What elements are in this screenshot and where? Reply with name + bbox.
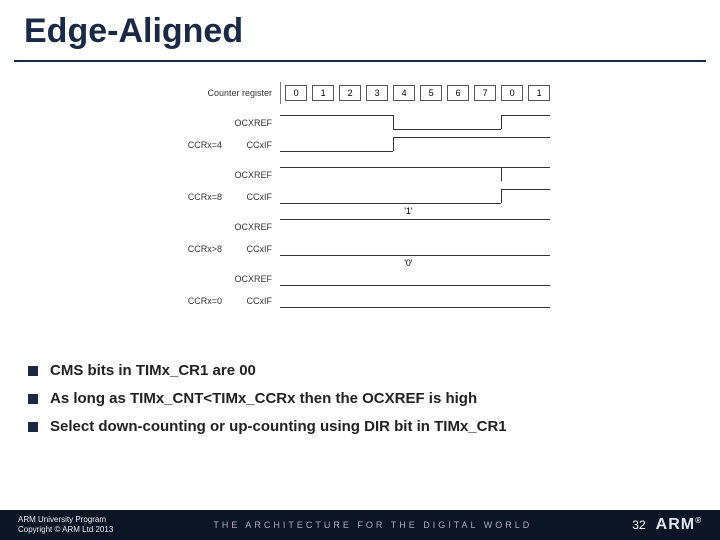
bullet-square-icon [28, 394, 38, 404]
bullet-text: As long as TIMx_CNT<TIMx_CCRx then the O… [50, 388, 477, 410]
registered-icon: ® [695, 516, 702, 525]
group-row: CCRx=4 CCxIF [170, 134, 550, 156]
bullet-item: CMS bits in TIMx_CR1 are 00 [28, 360, 692, 382]
group-row: CCRx>8 CCxIF [170, 238, 550, 260]
wave-ocxref-2: '1' [280, 216, 550, 238]
counter-axis: 0 1 2 3 4 5 6 7 0 1 [280, 82, 550, 104]
cnt-cell: 6 [447, 85, 469, 101]
cnt-cell: 7 [474, 85, 496, 101]
pm-label: '1' [404, 206, 412, 216]
wave-ccxif-0 [280, 134, 550, 156]
cnt-cell: 3 [366, 85, 388, 101]
ccxif-label: CCxIF [230, 192, 280, 202]
cnt-cell: 5 [420, 85, 442, 101]
group-row: OCXREF [170, 164, 550, 186]
timing-diagram: Counter register 0 1 2 3 4 5 6 7 0 1 OCX… [170, 82, 550, 312]
ccxif-label: CCxIF [230, 244, 280, 254]
cnt-cell: 1 [312, 85, 334, 101]
group-row: CCRx=0 CCxIF [170, 290, 550, 312]
arm-logo: ARM® [656, 516, 720, 534]
ocxref-label: OCXREF [170, 222, 280, 232]
bullet-item: Select down-counting or up-counting usin… [28, 416, 692, 438]
ccr-label: CCRx=8 [170, 192, 230, 202]
title-rule [14, 60, 706, 62]
wave-ccxif-2 [280, 238, 550, 260]
ocxref-label: OCXREF [170, 118, 280, 128]
bullet-text: Select down-counting or up-counting usin… [50, 416, 507, 438]
footer-credits: ARM University Program Copyright © ARM L… [0, 515, 113, 535]
cnt-cell: 4 [393, 85, 415, 101]
bullet-text: CMS bits in TIMx_CR1 are 00 [50, 360, 256, 382]
ccxif-label: CCxIF [230, 296, 280, 306]
cnt-cell: 2 [339, 85, 361, 101]
ocxref-label: OCXREF [170, 170, 280, 180]
wave-ccxif-3 [280, 290, 550, 312]
footer-line2: Copyright © ARM Ltd 2013 [18, 525, 113, 535]
bullet-square-icon [28, 422, 38, 432]
page-title: Edge-Aligned [24, 12, 243, 51]
pm-label: '0' [404, 258, 412, 268]
group-row: OCXREF '1' [170, 216, 550, 238]
wave-ocxref-0 [280, 112, 550, 134]
footer: ARM University Program Copyright © ARM L… [0, 510, 720, 540]
cnt-cell: 1 [528, 85, 550, 101]
ccr-label: CCRx=4 [170, 140, 230, 150]
bullet-square-icon [28, 366, 38, 376]
wave-ocxref-1 [280, 164, 550, 186]
footer-line1: ARM University Program [18, 515, 113, 525]
cnt-cell: 0 [501, 85, 523, 101]
slide: Edge-Aligned Counter register 0 1 2 3 4 … [0, 0, 720, 540]
ccr-label: CCRx>8 [170, 244, 230, 254]
ccxif-label: CCxIF [230, 140, 280, 150]
group-row: OCXREF [170, 112, 550, 134]
ccr-label: CCRx=0 [170, 296, 230, 306]
footer-tagline: THE ARCHITECTURE FOR THE DIGITAL WORLD [113, 520, 632, 530]
counter-label: Counter register [170, 88, 280, 98]
counter-row: Counter register 0 1 2 3 4 5 6 7 0 1 [170, 82, 550, 104]
group-row: CCRx=8 CCxIF [170, 186, 550, 208]
wave-ocxref-3: '0' [280, 268, 550, 290]
wave-ccxif-1 [280, 186, 550, 208]
ocxref-label: OCXREF [170, 274, 280, 284]
cnt-cell: 0 [285, 85, 307, 101]
group-row: OCXREF '0' [170, 268, 550, 290]
bullet-item: As long as TIMx_CNT<TIMx_CCRx then the O… [28, 388, 692, 410]
bullet-list: CMS bits in TIMx_CR1 are 00 As long as T… [28, 360, 692, 444]
page-number: 32 [632, 518, 655, 532]
